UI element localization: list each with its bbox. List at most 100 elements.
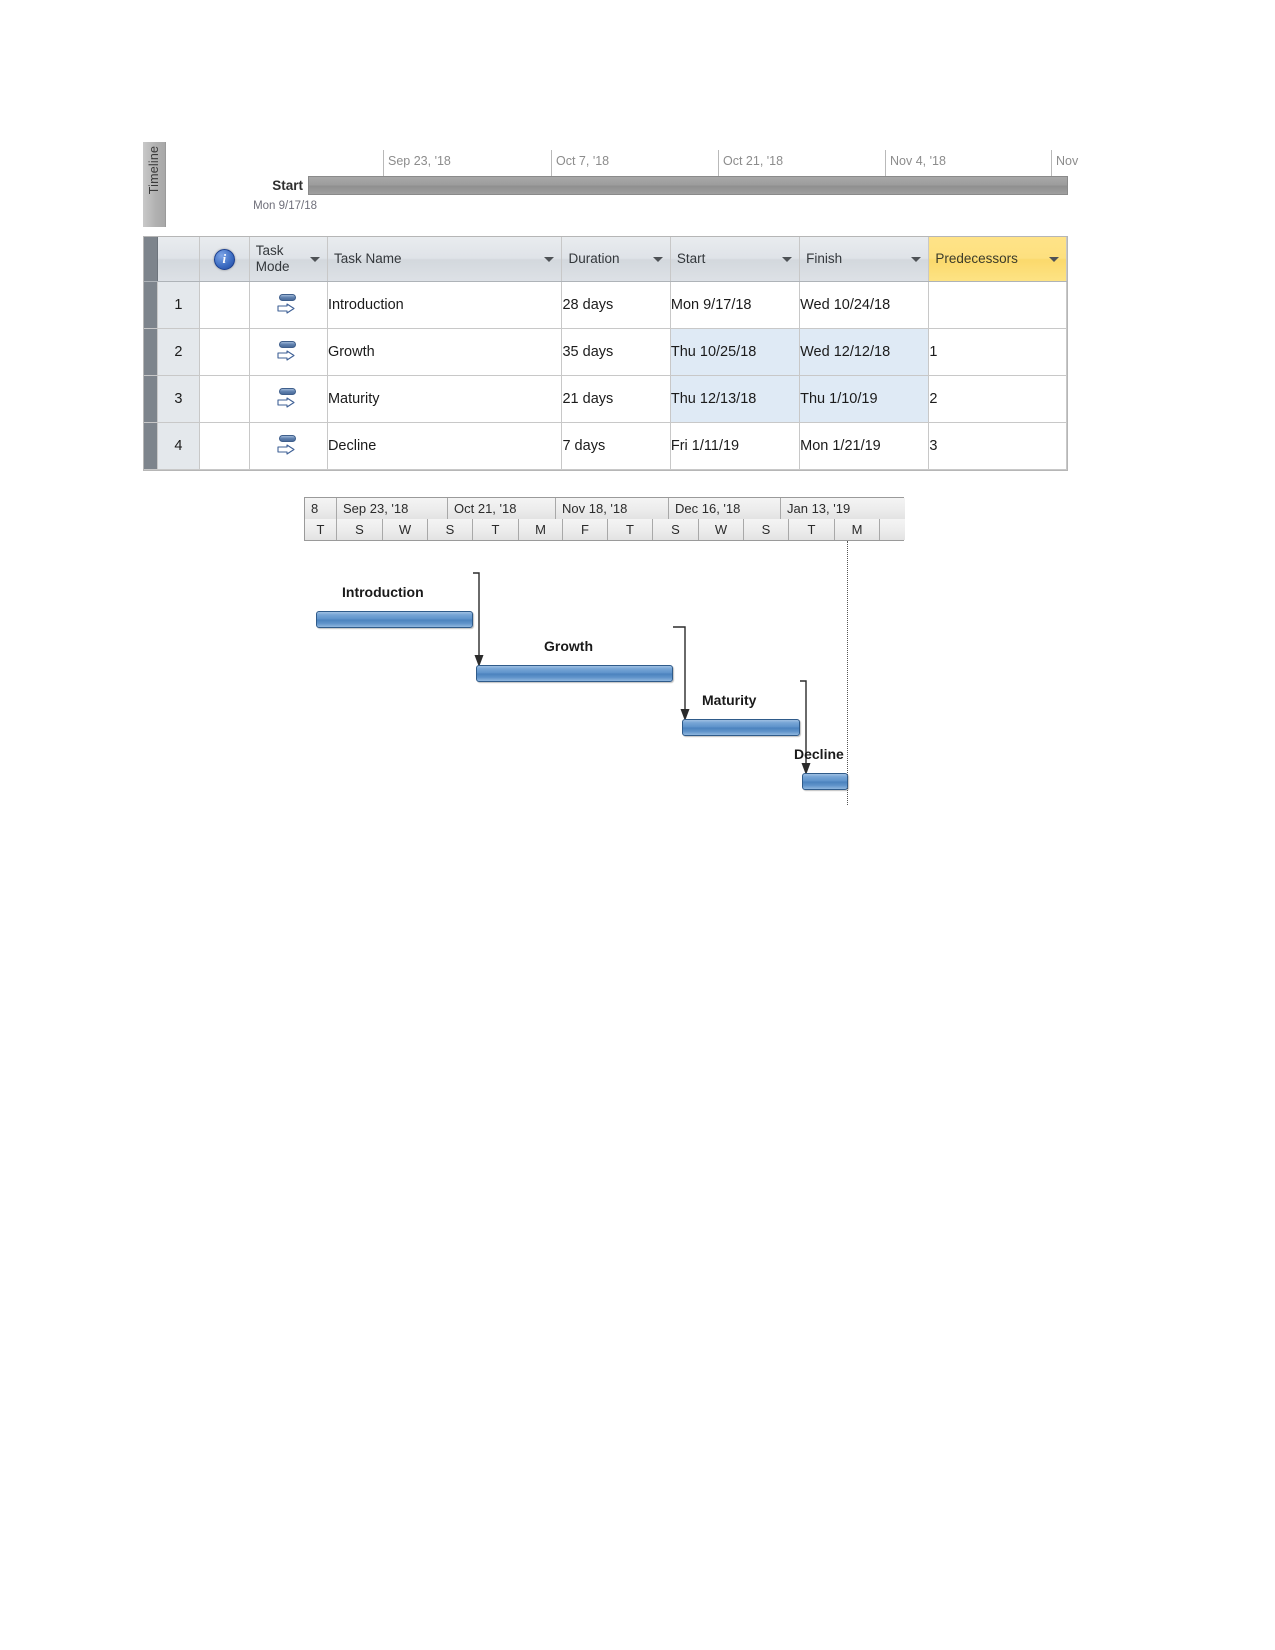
chevron-down-icon[interactable] [911, 257, 922, 262]
column-label-finish: Finish [806, 251, 843, 266]
gantt-day-cell [880, 519, 905, 540]
timeline-body: Sep 23, '18 Oct 7, '18 Oct 21, '18 Nov 4… [165, 142, 1078, 227]
gantt-day-cell: W [383, 519, 428, 540]
gantt-day-cell: T [789, 519, 835, 540]
timeline-tab[interactable]: Timeline [143, 142, 166, 227]
gantt-chart: 8 Sep 23, '18 Oct 21, '18 Nov 18, '18 De… [304, 497, 905, 805]
gantt-scale-cell: Sep 23, '18 [337, 498, 448, 519]
row-duration[interactable]: 7 days [561, 422, 671, 470]
gantt-bar[interactable] [802, 773, 848, 790]
gantt-day-cell: T [473, 519, 519, 540]
gantt-scale-cell: 8 [305, 498, 337, 519]
timeline-start-label: Start [272, 178, 303, 193]
timeline-project-bar[interactable] [308, 176, 1068, 195]
gantt-bar-area: Introduction Growth Maturity Decline [304, 541, 904, 805]
column-label-start: Start [676, 251, 706, 266]
column-label-task-name: Task Name [333, 251, 402, 266]
row-id: 4 [157, 422, 200, 470]
gantt-bar[interactable] [682, 719, 800, 736]
row-start-date[interactable]: Fri 1/11/19 [670, 422, 801, 470]
column-header-task-mode[interactable]: Task Mode [249, 237, 328, 282]
column-header-duration[interactable]: Duration [561, 237, 671, 282]
column-header-task-name[interactable]: Task Name [327, 237, 563, 282]
chevron-down-icon[interactable] [652, 257, 663, 262]
gantt-day-cell: S [653, 519, 699, 540]
chevron-down-icon[interactable] [309, 257, 320, 262]
table-row[interactable]: 3 Maturity 21 days Thu 12/13/18 Thu 1/10… [144, 375, 1067, 423]
table-row[interactable]: 1 Introduction 28 days Mon 9/17/18 Wed 1… [144, 281, 1067, 329]
gantt-bar-label: Decline [794, 746, 844, 762]
gantt-bar[interactable] [476, 665, 673, 682]
auto-schedule-icon [275, 433, 301, 459]
row-indicator-cell[interactable] [199, 281, 250, 329]
row-task-name[interactable]: Decline [327, 422, 563, 470]
row-predecessors[interactable] [928, 281, 1067, 329]
row-id: 3 [157, 375, 200, 423]
gantt-day-cell: T [305, 519, 337, 540]
gantt-scale-cell: Nov 18, '18 [556, 498, 669, 519]
gantt-day-cell: S [337, 519, 383, 540]
row-task-name[interactable]: Growth [327, 328, 563, 376]
row-finish-date[interactable]: Thu 1/10/19 [799, 375, 930, 423]
gantt-day-cell: T [608, 519, 653, 540]
row-select-handle[interactable] [144, 375, 159, 423]
column-header-finish[interactable]: Finish [799, 237, 930, 282]
row-id: 2 [157, 328, 200, 376]
row-finish-date[interactable]: Mon 1/21/19 [799, 422, 930, 470]
auto-schedule-icon [275, 339, 301, 365]
row-predecessors[interactable]: 1 [928, 328, 1067, 376]
auto-schedule-icon [275, 386, 301, 412]
gantt-timescale-bottom: T S W S T M F T S W S T M [305, 519, 905, 540]
table-row[interactable]: 4 Decline 7 days Fri 1/11/19 Mon 1/21/19… [144, 422, 1067, 470]
gantt-day-cell: M [835, 519, 880, 540]
row-start-date[interactable]: Thu 10/25/18 [670, 328, 801, 376]
column-header-indicators[interactable] [199, 237, 250, 282]
gantt-bar-label: Introduction [342, 584, 424, 600]
task-entry-table: Task Mode Task Name Duration Start Finis… [143, 236, 1068, 471]
row-duration[interactable]: 28 days [561, 281, 671, 329]
row-start-date[interactable]: Mon 9/17/18 [670, 281, 801, 329]
table-row[interactable]: 2 Growth 35 days Thu 10/25/18 Wed 12/12/… [144, 328, 1067, 376]
column-header-predecessors[interactable]: Predecessors [928, 237, 1067, 282]
gantt-scale-cell: Dec 16, '18 [669, 498, 781, 519]
gantt-day-cell: M [519, 519, 563, 540]
select-all-header[interactable] [144, 237, 159, 282]
column-label-predecessors: Predecessors [935, 251, 1018, 266]
row-task-mode-cell[interactable] [249, 328, 328, 376]
table-header-row: Task Mode Task Name Duration Start Finis… [144, 237, 1067, 282]
chevron-down-icon[interactable] [1049, 257, 1059, 262]
timeline-view: Timeline Sep 23, '18 Oct 7, '18 Oct 21, … [143, 142, 1078, 227]
row-task-mode-cell[interactable] [249, 375, 328, 423]
row-start-date[interactable]: Thu 12/13/18 [670, 375, 801, 423]
row-task-name[interactable]: Introduction [327, 281, 563, 329]
row-indicator-cell[interactable] [199, 328, 250, 376]
row-predecessors[interactable]: 3 [928, 422, 1067, 470]
row-task-mode-cell[interactable] [249, 281, 328, 329]
row-finish-date[interactable]: Wed 12/12/18 [799, 328, 930, 376]
gantt-scale-cell: Jan 13, '19 [781, 498, 905, 519]
row-select-handle[interactable] [144, 422, 159, 470]
info-icon [213, 248, 235, 270]
row-select-handle[interactable] [144, 281, 159, 329]
row-select-handle[interactable] [144, 328, 159, 376]
gantt-day-cell: S [744, 519, 789, 540]
row-duration[interactable]: 21 days [561, 375, 671, 423]
gantt-bar-label: Maturity [702, 692, 757, 708]
row-predecessors[interactable]: 2 [928, 375, 1067, 423]
gantt-bar[interactable] [316, 611, 473, 628]
row-duration[interactable]: 35 days [561, 328, 671, 376]
gantt-scale-cell: Oct 21, '18 [448, 498, 556, 519]
row-task-name[interactable]: Maturity [327, 375, 563, 423]
column-header-start[interactable]: Start [670, 237, 801, 282]
chevron-down-icon[interactable] [544, 257, 555, 262]
row-task-mode-cell[interactable] [249, 422, 328, 470]
chevron-down-icon[interactable] [782, 257, 793, 262]
row-indicator-cell[interactable] [199, 422, 250, 470]
gantt-timescale-top: 8 Sep 23, '18 Oct 21, '18 Nov 18, '18 De… [305, 498, 905, 520]
row-indicator-cell[interactable] [199, 375, 250, 423]
row-id: 1 [157, 281, 200, 329]
row-finish-date[interactable]: Wed 10/24/18 [799, 281, 930, 329]
column-header-id[interactable] [157, 237, 200, 282]
gantt-day-cell: W [699, 519, 744, 540]
gantt-day-cell: F [563, 519, 608, 540]
